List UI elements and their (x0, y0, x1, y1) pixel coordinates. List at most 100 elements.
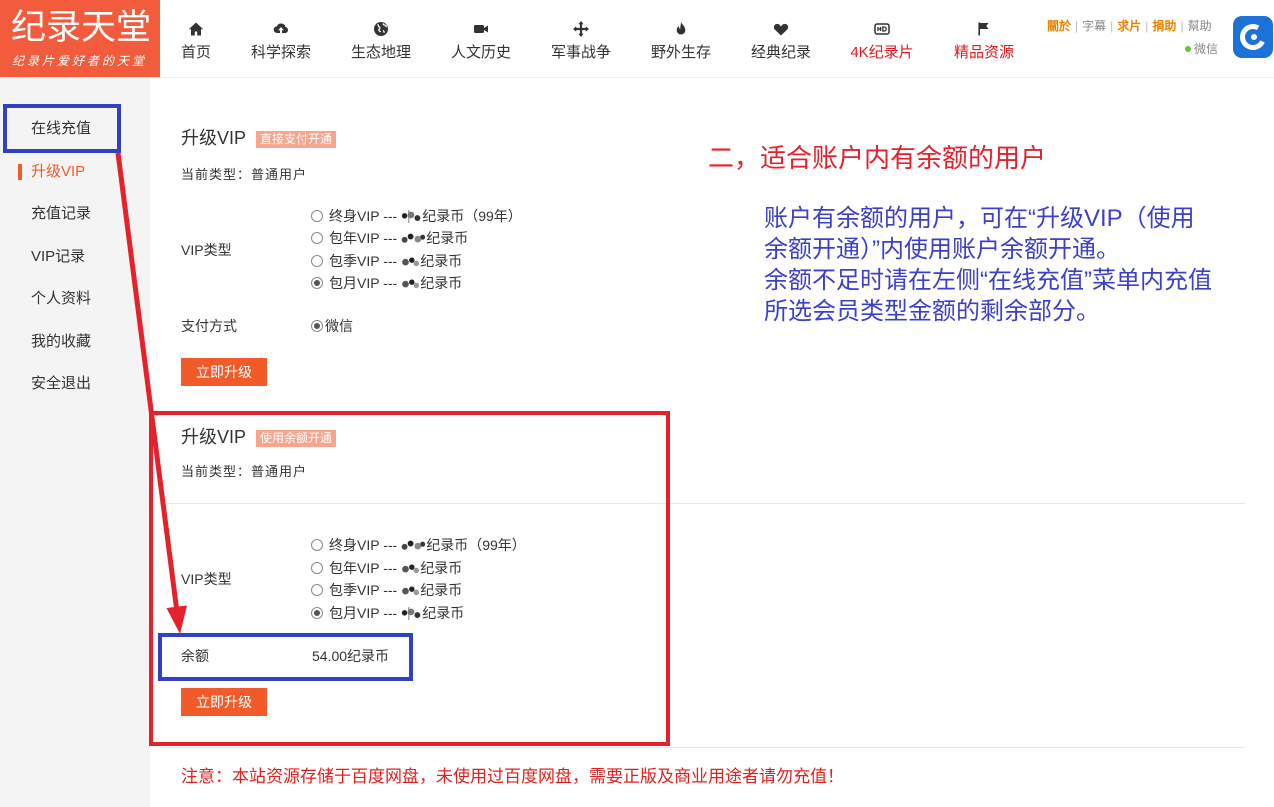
form-badge: 直接支付开通 (256, 131, 337, 148)
top-link-request[interactable]: 求片 (1117, 19, 1141, 33)
separator: | (1180, 19, 1184, 33)
status-dot-icon (1185, 46, 1191, 52)
separator: | (1075, 19, 1079, 33)
blurred-price (401, 607, 422, 620)
main-content: 升级VIP 直接支付开通 当前类型：普通用户 VIP类型 终身VIP --- 纪录… (150, 78, 1274, 807)
nav-item-science[interactable]: 科学探索 (231, 14, 331, 70)
sidebar-item-favorites[interactable]: 我的收藏 (31, 332, 91, 352)
sidebar-item-upgrade-vip[interactable]: 升级VIP (17, 162, 85, 182)
annotation-line: 所选会员类型金额的剩余部分。 (764, 298, 1100, 325)
nav-item-label: 生态地理 (350, 44, 411, 61)
radio-button[interactable] (311, 232, 323, 244)
vip-option-label[interactable]: 包季VIP --- (329, 582, 397, 598)
nav-item-label: 人文历史 (450, 44, 511, 61)
sidebar-item-recharge[interactable]: 在线充值 (31, 119, 91, 139)
vip-option-label[interactable]: 包月VIP --- (329, 275, 397, 291)
top-link-subtitles[interactable]: 字幕 (1082, 19, 1106, 33)
app-logo-icon[interactable] (1233, 16, 1273, 58)
nav-item-survival[interactable]: 野外生存 (631, 14, 731, 70)
nav-item-classic[interactable]: 经典纪录 (731, 14, 831, 70)
vip-option-unit[interactable]: 纪录币 (422, 605, 464, 621)
radio-button[interactable] (311, 607, 323, 619)
divider (160, 503, 1245, 504)
vip-option-label[interactable]: 包年VIP --- (329, 560, 397, 576)
current-type: 当前类型：普通用户 (181, 464, 308, 479)
payment-method-label: 支付方式 (181, 318, 237, 334)
wechat-link[interactable]: 微信 (1185, 41, 1218, 57)
radio-button[interactable] (311, 539, 323, 551)
form-title: 升级VIP (181, 427, 247, 447)
vip-option-text[interactable]: 终身VIP --- 纪录币（99年） (329, 534, 526, 556)
nav-item-history[interactable]: 人文历史 (431, 14, 531, 70)
radio-button[interactable] (311, 320, 323, 332)
heart-icon (731, 19, 831, 39)
payment-option-label[interactable]: 微信 (325, 315, 353, 337)
separator: | (1110, 19, 1114, 33)
nav-item-4k[interactable]: 4K纪录片 (832, 14, 932, 70)
logo-title: 纪录天堂 (11, 8, 152, 48)
current-type: 当前类型：普通用户 (181, 167, 308, 182)
balance-value: 54.00纪录币 (312, 648, 390, 664)
vip-option-text[interactable]: 包年VIP --- 纪录币 (329, 557, 462, 579)
top-link-about[interactable]: 關於 (1047, 19, 1071, 33)
top-link-donate[interactable]: 捐助 (1152, 19, 1176, 33)
vip-option-label[interactable]: 终身VIP --- (329, 208, 397, 224)
vip-option-unit[interactable]: 纪录币（99年） (426, 537, 526, 553)
vip-option-unit[interactable]: 纪录币 (420, 560, 462, 576)
fire-icon (631, 19, 731, 39)
radio-button[interactable] (311, 562, 323, 574)
separator: | (1145, 19, 1149, 33)
upgrade-button[interactable]: 立即升级 (181, 688, 267, 716)
sidebar-item-logout[interactable]: 安全退出 (31, 374, 91, 394)
nav-item-label: 精品资源 (953, 44, 1014, 61)
radio-button[interactable] (311, 584, 323, 596)
video-camera-icon (431, 19, 531, 39)
site-header: 纪录天堂 纪录片爱好者的天堂 首页 科学探索 生态地理 人文历史 军事战争 野外… (0, 0, 1274, 78)
nav-item-label: 4K纪录片 (850, 44, 914, 61)
divider (160, 747, 1245, 748)
annotation-heading: 二，适合账户内有余额的用户 (708, 143, 1047, 173)
form-badge: 使用余额开通 (256, 430, 337, 447)
vip-option-unit[interactable]: 纪录币 (420, 253, 462, 269)
blurred-price (401, 255, 420, 268)
page: 纪录天堂 纪录片爱好者的天堂 首页 科学探索 生态地理 人文历史 军事战争 野外… (0, 0, 1274, 807)
nav-item-label: 经典纪录 (750, 44, 811, 61)
sidebar-item-profile[interactable]: 个人资料 (31, 289, 91, 309)
vip-option-text[interactable]: 包季VIP --- 纪录币 (329, 250, 462, 272)
nav-item-label: 军事战争 (550, 44, 611, 61)
vip-option-label[interactable]: 包年VIP --- (329, 230, 397, 246)
flag-icon (934, 19, 1034, 39)
annotation-line: 余额不足时请在左侧“在线充值”菜单内充值 (764, 267, 1212, 294)
vip-option-label[interactable]: 包月VIP --- (329, 605, 397, 621)
vip-option-text[interactable]: 终身VIP --- 纪录币（99年） (329, 205, 522, 227)
vip-option-label[interactable]: 终身VIP --- (329, 537, 397, 553)
nav-item-military[interactable]: 军事战争 (531, 14, 631, 70)
vip-option-unit[interactable]: 纪录币 (420, 582, 462, 598)
nav-item-premium[interactable]: 精品资源 (934, 14, 1034, 70)
sidebar-item-recharge-records[interactable]: 充值记录 (31, 204, 91, 224)
radio-button[interactable] (311, 277, 323, 289)
top-links: 關於 | 字幕 | 求片 | 捐助 | 幫助 (1047, 18, 1212, 34)
cloud-upload-icon (231, 19, 331, 39)
sidebar-item-vip-records[interactable]: VIP记录 (31, 247, 85, 267)
radio-button[interactable] (311, 255, 323, 267)
vip-option-text[interactable]: 包月VIP --- 纪录币 (329, 602, 464, 624)
vip-option-text[interactable]: 包季VIP --- 纪录币 (329, 579, 462, 601)
nav-item-geography[interactable]: 生态地理 (331, 14, 431, 70)
blurred-price (401, 210, 422, 223)
site-logo[interactable]: 纪录天堂 纪录片爱好者的天堂 (0, 0, 160, 77)
notice-text: 注意：本站资源存储于百度网盘，未使用过百度网盘，需要正版及商业用途者请勿充值！ (181, 767, 844, 786)
upgrade-button[interactable]: 立即升级 (181, 358, 267, 386)
vip-option-unit[interactable]: 纪录币 (426, 230, 468, 246)
blurred-price (401, 539, 426, 552)
radio-button[interactable] (311, 210, 323, 222)
vip-option-unit[interactable]: 纪录币 (420, 275, 462, 291)
nav-item-label: 科学探索 (250, 44, 311, 61)
annotation-line: 余额开通）”内使用账户余额开通。 (764, 236, 1120, 263)
top-link-help[interactable]: 幫助 (1188, 19, 1212, 33)
vip-option-text[interactable]: 包月VIP --- 纪录币 (329, 272, 462, 294)
blurred-price (401, 232, 426, 245)
vip-option-unit[interactable]: 纪录币（99年） (422, 208, 522, 224)
vip-option-text[interactable]: 包年VIP --- 纪录币 (329, 227, 468, 249)
vip-option-label[interactable]: 包季VIP --- (329, 253, 397, 269)
